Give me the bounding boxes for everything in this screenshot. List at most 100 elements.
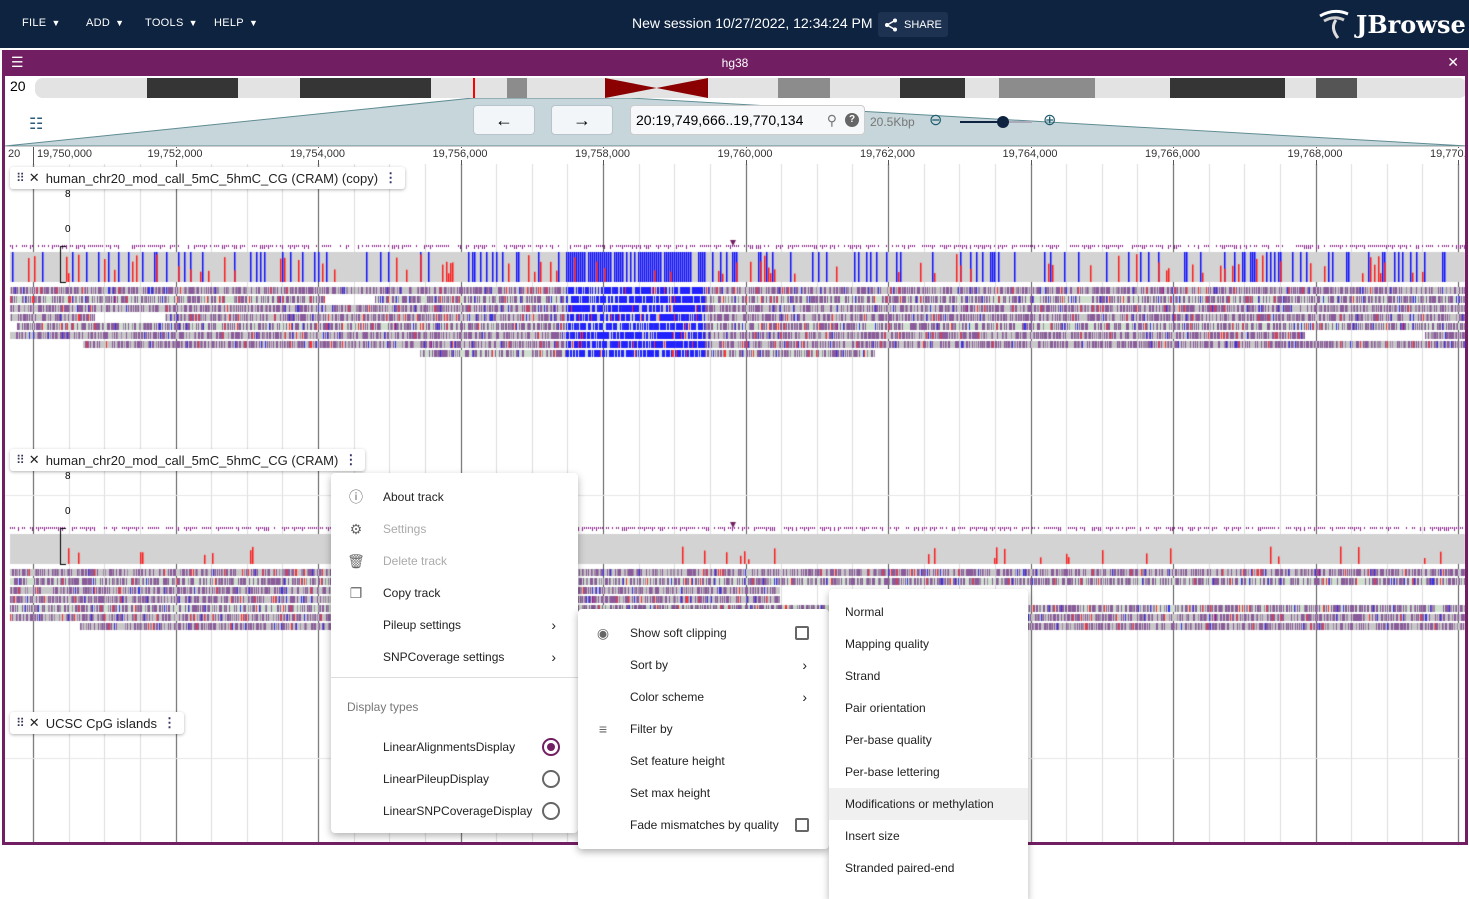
menu-item-set-max-height[interactable]: Set max height — [578, 777, 829, 809]
track-menu: ⓘ About track ⚙ Settings 🗑 Delete track ❐ Co… — [331, 473, 578, 833]
ruler-tick-label: 19,762,000 — [860, 148, 916, 160]
menu-item-label: Per-base quality — [845, 733, 932, 747]
menu-item-label: Show soft clipping — [630, 626, 727, 640]
track-name: human_chr20_mod_call_5mC_5hmC_CG (CRAM) … — [45, 170, 379, 186]
filter-icon: ≡ — [598, 721, 608, 737]
color-scheme-menu: Normal Mapping quality Strand Pair orientat… — [829, 589, 1028, 899]
track-menu-icon[interactable]: ⋮ — [163, 715, 176, 731]
copy-icon: ❐ — [349, 584, 363, 601]
menu-item-set-feature-height[interactable]: Set feature height — [578, 745, 829, 777]
ruler-tick-label: 19,758,000 — [575, 148, 631, 160]
close-view-icon[interactable]: ✕ — [1447, 54, 1459, 71]
file-menu[interactable]: FILE ▼ — [22, 17, 61, 29]
menu-item-label: Set feature height — [630, 754, 725, 768]
checkbox[interactable] — [795, 818, 809, 832]
menu-item-color-per-base-lettering[interactable]: Per-base lettering — [829, 756, 1028, 788]
gear-icon: ⚙ — [349, 520, 363, 537]
menu-item-delete-track[interactable]: 🗑 Delete track — [331, 545, 578, 577]
pan-left-button[interactable]: ← — [473, 105, 535, 135]
drag-handle-icon[interactable]: ⠿ — [16, 171, 25, 185]
checkbox[interactable] — [795, 626, 809, 640]
menu-item-show-soft-clipping[interactable]: ◉ Show soft clipping — [578, 617, 829, 649]
chevron-right-icon: › — [802, 657, 807, 673]
jbrowse-logo: JBrowse — [1316, 8, 1466, 40]
current-position-marker — [473, 78, 475, 98]
add-menu[interactable]: ADD ▼ — [86, 17, 124, 29]
ruler-tick-label: 19,752,000 — [147, 148, 203, 160]
track-menu-icon[interactable]: ⋮ — [384, 170, 397, 186]
menu-item-label: About track — [383, 490, 444, 504]
menu-item-color-pair-orientation[interactable]: Pair orientation — [829, 692, 1028, 724]
help-icon[interactable]: ? — [845, 113, 859, 127]
trash-icon: 🗑 — [347, 552, 365, 569]
close-track-icon[interactable]: ✕ — [29, 452, 40, 468]
tools-menu-label: TOOLS — [145, 17, 184, 29]
menu-item-copy-track[interactable]: ❐ Copy track — [331, 577, 578, 609]
menu-item-color-stranded-paired-end[interactable]: Stranded paired-end — [829, 852, 1028, 884]
menu-item-pileup-settings[interactable]: Pileup settings › — [331, 609, 578, 641]
menu-item-snpcoverage-settings[interactable]: SNPCoverage settings › — [331, 641, 578, 673]
session-title[interactable]: New session 10/27/2022, 12:34:24 PM — [632, 15, 873, 31]
menu-item-label: LinearPileupDisplay — [383, 772, 490, 786]
menu-item-settings[interactable]: ⚙ Settings — [331, 513, 578, 545]
menu-item-display-type[interactable]: LinearPileupDisplay — [331, 763, 578, 795]
ruler[interactable]: 20 19,750,000 19,752,000 19,754,000 19,756,… — [5, 146, 1465, 165]
tools-menu[interactable]: TOOLS ▼ — [145, 17, 198, 29]
zoom-slider[interactable] — [960, 116, 1032, 128]
radio-unselected[interactable] — [542, 770, 560, 788]
pileup-settings-menu: ◉ Show soft clipping Sort by › Color schem… — [578, 609, 829, 849]
zoom-in-icon[interactable]: ⊕ — [1043, 110, 1056, 130]
track-label: ⠿ ✕ human_chr20_mod_call_5mC_5hmC_CG (CRAM… — [10, 167, 406, 189]
arrow-left-icon: ← — [495, 109, 513, 130]
ruler-tick-label: 19,750,000 — [37, 148, 93, 160]
menu-item-label: Stranded paired-end — [845, 861, 955, 875]
ruler-tick-label: 19,768,000 — [1287, 148, 1343, 160]
pan-right-button[interactable]: → — [551, 105, 613, 135]
span-label: 20.5Kbp — [870, 115, 915, 129]
drag-handle-icon[interactable]: ⠿ — [16, 716, 25, 730]
menu-item-label: Color scheme — [630, 690, 705, 704]
menu-item-color-per-base-quality[interactable]: Per-base quality — [829, 724, 1028, 756]
close-track-icon[interactable]: ✕ — [29, 715, 40, 731]
menu-item-display-type[interactable]: LinearSNPCoverageDisplay — [331, 795, 578, 827]
help-menu[interactable]: HELP ▼ — [214, 17, 258, 29]
menu-item-about-track[interactable]: ⓘ About track — [331, 481, 578, 513]
menu-item-fade-mismatches[interactable]: Fade mismatches by quality — [578, 809, 829, 841]
zoom-out-icon[interactable]: ⊖ — [929, 110, 942, 130]
menu-item-label: Modifications or methylation — [845, 797, 994, 811]
menu-item-sort-by[interactable]: Sort by › — [578, 649, 829, 681]
info-icon: ⓘ — [349, 489, 363, 505]
menu-item-color-scheme[interactable]: Color scheme › — [578, 681, 829, 713]
menu-item-color-mapping-quality[interactable]: Mapping quality — [829, 628, 1028, 660]
drag-handle-icon[interactable]: ⠿ — [16, 453, 25, 467]
menu-item-color-strand[interactable]: Strand — [829, 660, 1028, 692]
menu-item-display-type[interactable]: LinearAlignmentsDisplay — [331, 731, 578, 763]
location-input[interactable]: 20:19,749,666..19,770,134 ⚲? — [630, 105, 865, 135]
menu-divider — [331, 677, 578, 678]
menu-item-label: Per-base lettering — [845, 765, 940, 779]
close-track-icon[interactable]: ✕ — [29, 170, 40, 186]
radio-unselected[interactable] — [542, 802, 560, 820]
menu-item-label: LinearAlignmentsDisplay — [383, 740, 516, 754]
chevron-right-icon: › — [551, 649, 556, 665]
caret-down-icon: ▼ — [188, 18, 198, 28]
chromosome-label: 20 — [10, 78, 26, 94]
menu-item-label: Fade mismatches by quality — [630, 818, 779, 832]
chromosome-ideogram[interactable] — [35, 78, 1465, 98]
track-menu-icon[interactable]: ⋮ — [344, 452, 357, 468]
logo-text: JBrowse — [1356, 9, 1466, 39]
menu-item-color-normal[interactable]: Normal — [829, 596, 1028, 628]
eye-icon: ◉ — [596, 624, 610, 641]
menu-item-color-insert-size[interactable]: Insert size — [829, 820, 1028, 852]
menu-item-color-modifications-or-methylation[interactable]: Modifications or methylation — [829, 788, 1028, 820]
menu-item-filter-by[interactable]: ≡ Filter by — [578, 713, 829, 745]
menu-item-label: Set max height — [630, 786, 711, 800]
menu-item-label: Mapping quality — [845, 637, 930, 651]
view-header: ☰ hg38 ✕ — [5, 50, 1465, 76]
radio-selected[interactable] — [542, 738, 560, 756]
coverage-min-label: 0 — [65, 506, 71, 517]
track-selector-icon[interactable]: ☷ — [29, 114, 43, 134]
coverage-max-label: 8 — [65, 189, 71, 200]
share-button[interactable]: SHARE — [878, 12, 948, 37]
search-icon[interactable]: ⚲ — [827, 112, 837, 129]
